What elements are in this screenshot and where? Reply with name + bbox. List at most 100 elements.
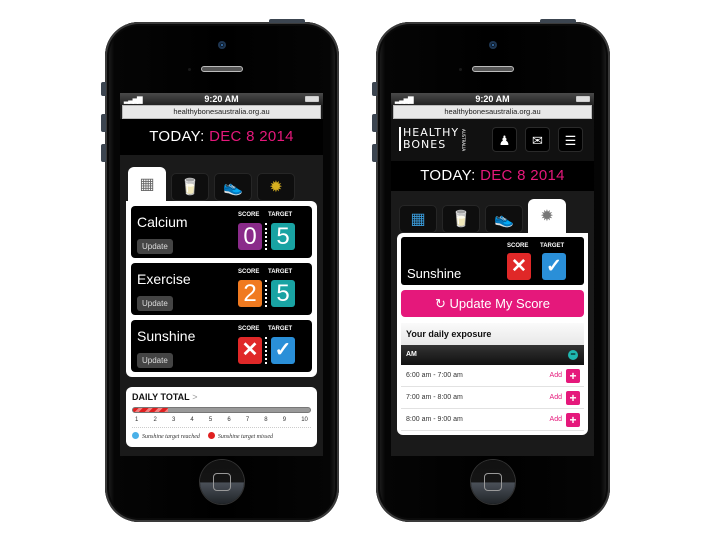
daily-progress-bar xyxy=(132,407,311,413)
time-slot-row: 8:00 am - 9:00 am Add + xyxy=(401,409,584,431)
target-label: TARGET xyxy=(268,269,293,275)
tab-exercise[interactable]: 👟 xyxy=(485,205,523,233)
card-title: Sunshine xyxy=(137,328,196,344)
tab-calculator[interactable]: ▦ xyxy=(399,205,437,233)
shoe-icon: 👟 xyxy=(223,179,243,196)
slot-time: 8:00 am - 9:00 am xyxy=(406,416,463,423)
category-tabs: ▦ 🥛 👟 ✹ xyxy=(120,155,323,201)
hamburger-menu-icon: ☰ xyxy=(564,133,577,148)
signal-icon: ▂▃▅▇ xyxy=(124,97,143,104)
tab-sunshine[interactable]: ✹ xyxy=(528,199,566,233)
tab-exercise[interactable]: 👟 xyxy=(214,173,252,201)
legend-missed: Sunshine target missed xyxy=(207,432,273,440)
tick-label: 4 xyxy=(190,417,194,423)
sun-icon: ✹ xyxy=(540,208,554,225)
tab-calcium[interactable]: 🥛 xyxy=(442,205,480,233)
home-button[interactable] xyxy=(200,460,244,504)
status-bar: ▂▃▅▇ 9:20 AM xyxy=(120,93,323,105)
skeleton-icon: ♟ xyxy=(498,133,511,148)
time-slot-row: 6:00 am - 7:00 am Add + xyxy=(401,365,584,387)
speaker-grill xyxy=(201,66,243,72)
today-label: TODAY: xyxy=(149,128,205,145)
site-header: HEALTHY BONES AUSTRALIA ♟ ✉ ☰ xyxy=(391,119,594,161)
volume-down-button xyxy=(101,144,106,162)
power-button xyxy=(269,19,305,23)
plus-icon[interactable]: + xyxy=(566,391,580,405)
tab-sunshine[interactable]: ✹ xyxy=(257,173,295,201)
daily-exposure-section: Your daily exposure AM − 6:00 am - 7:00 … xyxy=(401,323,584,431)
category-tabs: ▦ 🥛 👟 ✹ xyxy=(391,191,594,233)
slot-time: 6:00 am - 7:00 am xyxy=(406,372,463,379)
target-label: TARGET xyxy=(540,243,565,249)
menu-button[interactable]: ☰ xyxy=(558,127,583,152)
plus-icon[interactable]: + xyxy=(566,369,580,383)
am-section-header[interactable]: AM − xyxy=(401,345,584,365)
score-value: 0 xyxy=(238,223,262,250)
tick-label: 8 xyxy=(264,417,268,423)
collapse-icon[interactable]: − xyxy=(568,350,578,360)
today-date: DEC 8 2014 xyxy=(480,167,565,184)
update-button[interactable]: Update xyxy=(137,296,173,311)
speaker-grill xyxy=(472,66,514,72)
tab-calculator[interactable]: ▦ xyxy=(128,167,166,201)
progress-ticks: 1 2 3 4 5 6 7 8 9 10 xyxy=(132,413,311,423)
phone-left: ▂▃▅▇ 9:20 AM healthybonesaustralia.org.a… xyxy=(101,19,339,522)
card-title: Sunshine xyxy=(407,266,462,281)
daily-total-title: DAILY TOTAL > xyxy=(132,392,198,402)
update-button[interactable]: Update xyxy=(137,239,173,254)
scores-panel: Calcium Update SCORE TARGET 0 5 Exercise… xyxy=(126,201,317,377)
address-bar[interactable]: healthybonesaustralia.org.au xyxy=(122,105,321,119)
battery-icon xyxy=(305,96,319,102)
signal-icon: ▂▃▅▇ xyxy=(395,97,414,104)
divider xyxy=(265,223,267,250)
card-title: Calcium xyxy=(137,214,188,230)
power-button xyxy=(540,19,576,23)
calculator-icon: ▦ xyxy=(139,176,155,193)
volume-up-button xyxy=(372,114,377,132)
cross-icon: ✕ xyxy=(238,337,262,364)
tick-label: 3 xyxy=(171,417,176,423)
address-bar[interactable]: healthybonesaustralia.org.au xyxy=(393,105,592,119)
daily-total-panel[interactable]: DAILY TOTAL > 1 2 3 4 5 6 7 8 9 10 Sunsh… xyxy=(126,387,317,447)
target-label: TARGET xyxy=(268,326,293,332)
sunshine-panel: Sunshine SCORE TARGET ✕ ✓ ↻ Update My Sc… xyxy=(397,233,588,435)
tick-label: 2 xyxy=(153,417,157,423)
add-link[interactable]: Add xyxy=(550,409,562,431)
logo-line2: BONES xyxy=(403,138,447,151)
skeleton-button[interactable]: ♟ xyxy=(492,127,517,152)
divider xyxy=(265,280,267,307)
score-card-calcium: Calcium Update SCORE TARGET 0 5 xyxy=(131,206,312,258)
home-button[interactable] xyxy=(471,460,515,504)
target-value: 5 xyxy=(271,280,295,307)
card-title: Exercise xyxy=(137,271,191,287)
update-button[interactable]: Update xyxy=(137,353,173,368)
battery-icon xyxy=(576,96,590,102)
divider xyxy=(265,337,267,364)
today-header: TODAY: DEC 8 2014 xyxy=(120,119,323,155)
camera-icon xyxy=(489,41,497,49)
volume-down-button xyxy=(372,144,377,162)
progress-fill xyxy=(133,408,169,412)
tick-label: 1 xyxy=(135,417,139,423)
volume-up-button xyxy=(101,114,106,132)
add-link[interactable]: Add xyxy=(550,365,562,387)
sunshine-score-card: Sunshine SCORE TARGET ✕ ✓ xyxy=(401,237,584,285)
score-card-sunshine: Sunshine Update SCORE TARGET ✕ ✓ xyxy=(131,320,312,372)
today-header: TODAY: DEC 8 2014 xyxy=(391,161,594,191)
score-card-exercise: Exercise Update SCORE TARGET 2 5 xyxy=(131,263,312,315)
healthy-bones-logo[interactable]: HEALTHY BONES AUSTRALIA xyxy=(399,127,466,151)
add-link[interactable]: Add xyxy=(550,387,562,409)
mail-icon: ✉ xyxy=(532,133,543,148)
tab-calcium[interactable]: 🥛 xyxy=(171,173,209,201)
plus-icon[interactable]: + xyxy=(566,413,580,427)
screen: ▂▃▅▇ 9:20 AM healthybonesaustralia.org.a… xyxy=(120,93,323,456)
legend-reached: Sunshine target reached xyxy=(132,432,200,440)
status-time: 9:20 AM xyxy=(475,94,510,104)
mail-button[interactable]: ✉ xyxy=(525,127,550,152)
cross-icon: ✕ xyxy=(507,253,531,280)
tick-label: 6 xyxy=(227,417,231,423)
score-label: SCORE xyxy=(238,212,260,218)
phone-right: ▂▃▅▇ 9:20 AM healthybonesaustralia.org.a… xyxy=(372,19,610,522)
refresh-icon: ↻ xyxy=(435,296,446,311)
update-my-score-button[interactable]: ↻ Update My Score xyxy=(401,290,584,317)
